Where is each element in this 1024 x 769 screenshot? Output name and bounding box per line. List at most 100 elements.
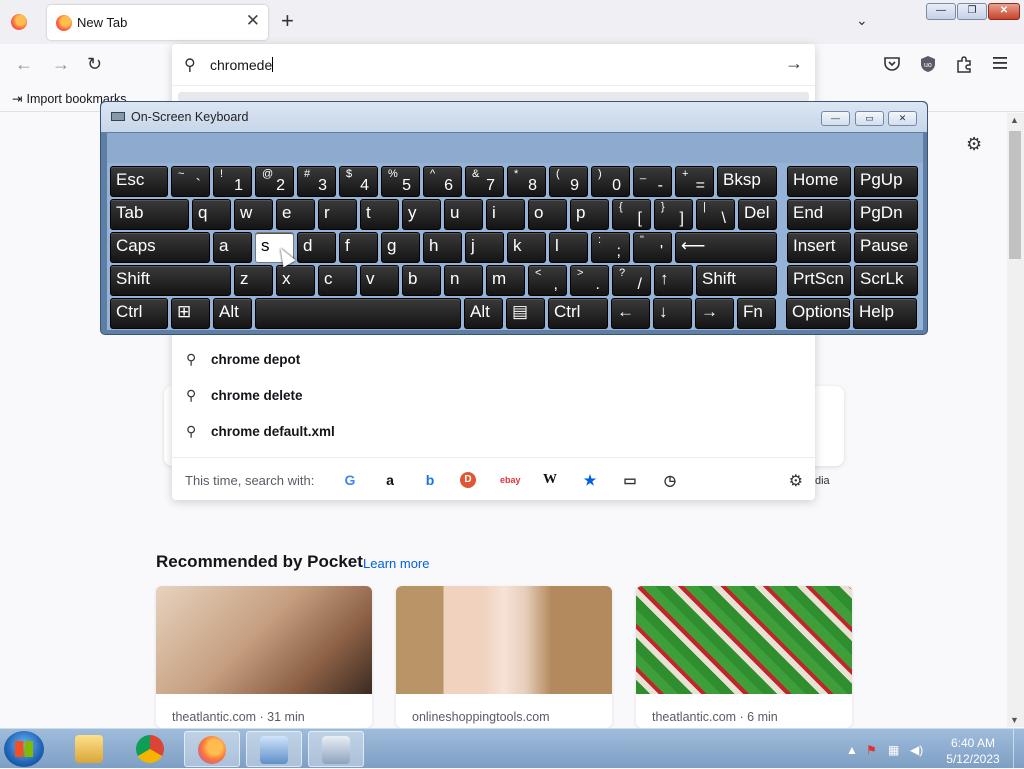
taskbar-on-screen-keyboard[interactable] — [308, 731, 364, 767]
amazon-engine-icon[interactable]: a — [380, 470, 400, 490]
key-r2k12[interactable]: ⟵ — [675, 232, 777, 263]
key-r2k10[interactable]: :; — [591, 232, 630, 263]
pocket-story-card[interactable]: onlineshoppingtools.com — [396, 586, 612, 728]
key-0[interactable]: ) 0 — [591, 166, 630, 197]
key-pgup[interactable]: PgUp — [854, 166, 918, 197]
search-settings-gear-icon[interactable]: ⚙ — [789, 471, 803, 491]
key-p[interactable]: p — [570, 199, 609, 230]
newtab-settings-gear-icon[interactable]: ⚙ — [966, 134, 982, 155]
key-u[interactable]: u — [444, 199, 483, 230]
key-r3k10[interactable]: ? / — [612, 265, 651, 296]
key-v[interactable]: v — [360, 265, 399, 296]
start-button[interactable] — [4, 731, 44, 767]
key-g[interactable]: g — [381, 232, 420, 263]
key-home[interactable]: Home — [787, 166, 851, 197]
search-suggestion[interactable]: ⚲ chrome default.xml — [178, 414, 809, 450]
google-engine-icon[interactable]: G — [340, 470, 360, 490]
back-arrow-icon[interactable]: ← — [15, 54, 33, 74]
key-r3k9[interactable]: >. — [570, 265, 609, 296]
key-x[interactable]: x — [276, 265, 315, 296]
show-desktop-button[interactable] — [1013, 729, 1024, 769]
key-bksp[interactable]: Bksp — [717, 166, 777, 197]
key-q[interactable]: q — [192, 199, 231, 230]
key-r3k11[interactable]: ↑ — [654, 265, 693, 296]
key-r1k11[interactable]: {[ — [612, 199, 651, 230]
window-maximize-button[interactable]: ❐ — [957, 3, 987, 20]
clock-time[interactable]: 6:40 AM — [950, 736, 996, 750]
key-6[interactable]: ^ 6 — [423, 166, 462, 197]
key-e[interactable]: e — [276, 199, 315, 230]
key-r1k12[interactable]: }] — [654, 199, 693, 230]
key-k[interactable]: k — [507, 232, 546, 263]
key-3[interactable]: #3 — [297, 166, 336, 197]
key-d[interactable]: d — [297, 232, 336, 263]
key-end[interactable]: End — [787, 199, 851, 230]
key-n[interactable]: n — [444, 265, 483, 296]
key-r2k11[interactable]: " ' — [633, 232, 672, 263]
key-7[interactable]: & 7 — [465, 166, 504, 197]
key-r0k1[interactable]: ~ ` — [171, 166, 210, 197]
key-help[interactable]: Help — [853, 298, 917, 329]
hamburger-menu-icon[interactable] — [990, 55, 1010, 75]
taskbar-chrome[interactable] — [123, 731, 179, 767]
key-2[interactable]: @2 — [255, 166, 294, 197]
key-b[interactable]: b — [402, 265, 441, 296]
key-c[interactable]: c — [318, 265, 357, 296]
pocket-story-card[interactable]: theatlantic.com · 6 min — [636, 586, 852, 728]
key-9[interactable]: (9 — [549, 166, 588, 197]
list-all-tabs-chevron-icon[interactable]: ⌄ — [856, 12, 868, 29]
taskbar-control-panel[interactable] — [246, 731, 302, 767]
history-clock-icon[interactable]: ◷ — [660, 470, 680, 490]
taskbar-explorer[interactable] — [62, 731, 118, 767]
key-y[interactable]: y — [402, 199, 441, 230]
key-r4k9[interactable]: → — [695, 298, 734, 329]
key-f[interactable]: f — [339, 232, 378, 263]
key-prtscn[interactable]: PrtScn — [787, 265, 851, 296]
key-r1k13[interactable]: | \ — [696, 199, 735, 230]
close-tab-icon[interactable]: ✕ — [246, 11, 260, 31]
key-r0k12[interactable]: _ - — [633, 166, 672, 197]
scroll-down-arrow-icon[interactable]: ▼ — [1010, 715, 1019, 725]
key-ctrl[interactable]: Ctrl — [110, 298, 168, 329]
pocket-story-card[interactable]: theatlantic.com · 31 min — [156, 586, 372, 728]
duckduckgo-engine-icon[interactable]: D — [460, 472, 476, 488]
key-4[interactable]: $4 — [339, 166, 378, 197]
key-insert[interactable]: Insert — [787, 232, 851, 263]
key-i[interactable]: i — [486, 199, 525, 230]
key-r0k13[interactable]: + = — [675, 166, 714, 197]
osk-close-button[interactable]: ✕ — [888, 111, 917, 126]
reload-icon[interactable]: ↻ — [87, 54, 102, 74]
osk-restore-button[interactable]: ▭ — [855, 111, 884, 126]
key-j[interactable]: j — [465, 232, 504, 263]
forward-arrow-icon[interactable]: → — [52, 54, 70, 74]
action-center-flag-icon[interactable]: ⚑ — [866, 743, 877, 757]
window-close-button[interactable]: ✕ — [988, 3, 1020, 20]
taskbar-firefox[interactable] — [184, 731, 240, 767]
key-caps[interactable]: Caps — [110, 232, 210, 263]
wikipedia-engine-icon[interactable]: W — [540, 470, 560, 490]
key-r4k7[interactable]: ← — [611, 298, 650, 329]
new-tab-button[interactable]: + — [281, 9, 294, 33]
key-pause[interactable]: Pause — [854, 232, 918, 263]
extensions-puzzle-icon[interactable] — [954, 55, 974, 75]
key-h[interactable]: h — [423, 232, 462, 263]
key-r4k8[interactable]: ↓ — [653, 298, 692, 329]
tabs-icon[interactable]: ▭ — [620, 470, 640, 490]
url-input[interactable]: chromede — [210, 57, 274, 73]
clock-date[interactable]: 5/12/2023 — [940, 752, 1006, 766]
key-a[interactable]: a — [213, 232, 252, 263]
key-5[interactable]: % 5 — [381, 166, 420, 197]
key-options[interactable]: Options — [786, 298, 851, 329]
key-del[interactable]: Del — [738, 199, 777, 230]
key-scrlk[interactable]: ScrLk — [854, 265, 918, 296]
key-r[interactable]: r — [318, 199, 357, 230]
key-m[interactable]: m — [486, 265, 525, 296]
scroll-up-arrow-icon[interactable]: ▲ — [1010, 115, 1019, 125]
key-shift[interactable]: Shift — [696, 265, 777, 296]
search-suggestion[interactable]: ⚲ chrome depot — [178, 342, 809, 378]
key-shift[interactable]: Shift — [110, 265, 231, 296]
search-suggestion[interactable]: ⚲ chrome delete — [178, 378, 809, 414]
key-space[interactable] — [255, 298, 461, 329]
volume-icon[interactable]: ◀) — [910, 743, 923, 757]
key-pgdn[interactable]: PgDn — [854, 199, 918, 230]
